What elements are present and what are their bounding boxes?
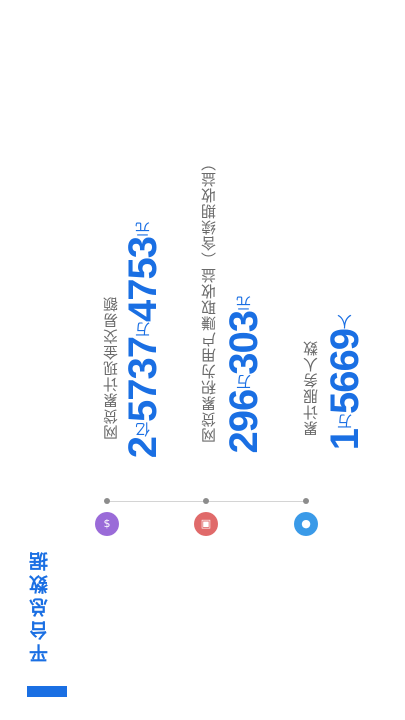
value-unit: 万	[134, 321, 152, 337]
value-number: 296	[222, 389, 266, 454]
value-number: 303	[222, 311, 266, 375]
section-accent-bar	[27, 686, 67, 697]
value-unit: 万	[336, 413, 354, 429]
value-unit: 人	[336, 314, 354, 329]
gift-icon: ▣	[194, 512, 218, 536]
timeline-dot	[203, 498, 209, 504]
stat-value-user-earnings: 296万303元	[222, 296, 267, 454]
value-number: 5737	[121, 336, 165, 422]
value-number: 1	[323, 428, 367, 451]
stat-label-transaction-volume: 网贷累计现金交易额	[102, 296, 120, 440]
value-number: 4753	[121, 237, 165, 322]
value-number: 2	[121, 436, 165, 459]
section-title: 平台总数据	[29, 548, 51, 663]
value-unit: 元	[134, 222, 152, 237]
value-unit: 亿	[134, 421, 152, 437]
timeline-dot	[104, 498, 110, 504]
value-unit: 元	[235, 296, 253, 311]
stat-label-users-served: 累计服务人数	[302, 340, 320, 436]
money-bag-icon: $	[95, 512, 119, 536]
value-number: 5669	[323, 329, 367, 414]
timeline-dot	[303, 498, 309, 504]
stat-value-transaction-volume: 2亿5737万4753元	[121, 222, 166, 458]
people-icon: ●	[294, 512, 318, 536]
stat-value-users-served: 1万5669人	[323, 314, 368, 450]
stat-label-user-earnings: 网贷累积为用户赚取收益（含续期收益）	[200, 155, 218, 443]
value-unit: 万	[235, 374, 253, 390]
